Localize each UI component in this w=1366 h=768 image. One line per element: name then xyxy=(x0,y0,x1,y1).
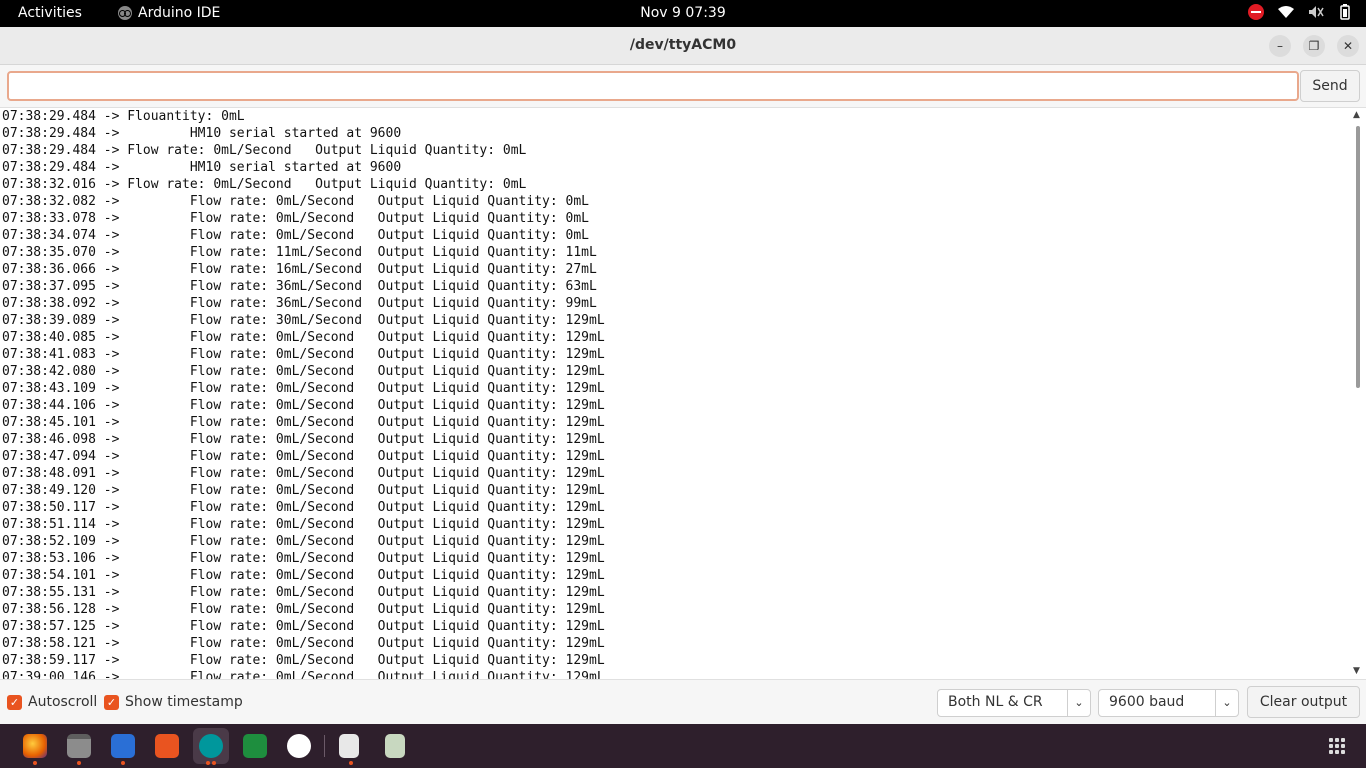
app-menu[interactable]: Arduino IDE xyxy=(118,5,220,21)
serial-message-input[interactable] xyxy=(7,71,1299,101)
line-ending-value: Both NL & CR xyxy=(948,694,1043,710)
battery-icon[interactable] xyxy=(1338,4,1352,20)
running-indicator xyxy=(77,761,81,765)
dock xyxy=(0,724,1366,768)
autoscroll-checkbox[interactable]: ✓ xyxy=(7,695,22,710)
output-line: 07:38:55.131 -> Flow rate: 0mL/Second Ou… xyxy=(2,585,605,600)
output-line: 07:38:40.085 -> Flow rate: 0mL/Second Ou… xyxy=(2,330,605,345)
minimize-button[interactable]: – xyxy=(1269,35,1291,57)
output-line: 07:39:00.146 -> Flow rate: 0mL/Second Ou… xyxy=(2,670,605,679)
output-line: 07:38:29.484 -> HM10 serial started at 9… xyxy=(2,126,402,141)
line-ending-select[interactable]: Both NL & CR ⌄ xyxy=(937,689,1091,717)
system-tray[interactable] xyxy=(1248,4,1352,20)
output-line: 07:38:58.121 -> Flow rate: 0mL/Second Ou… xyxy=(2,636,605,651)
dock-separator xyxy=(324,735,325,757)
activities-button[interactable]: Activities xyxy=(18,5,82,21)
do-not-disturb-icon[interactable] xyxy=(1248,4,1264,20)
writer-icon[interactable] xyxy=(111,734,135,758)
output-line: 07:38:39.089 -> Flow rate: 30mL/Second O… xyxy=(2,313,605,328)
output-scrollbar[interactable]: ▲ ▼ xyxy=(1350,108,1366,679)
output-line: 07:38:56.128 -> Flow rate: 0mL/Second Ou… xyxy=(2,602,605,617)
arduino-icon[interactable] xyxy=(199,734,223,758)
output-line: 07:38:59.117 -> Flow rate: 0mL/Second Ou… xyxy=(2,653,605,668)
output-line: 07:38:32.016 -> Flow rate: 0mL/Second Ou… xyxy=(2,177,527,192)
output-line: 07:38:47.094 -> Flow rate: 0mL/Second Ou… xyxy=(2,449,605,464)
output-line: 07:38:44.106 -> Flow rate: 0mL/Second Ou… xyxy=(2,398,605,413)
files-icon[interactable] xyxy=(67,734,91,758)
output-line: 07:38:32.082 -> Flow rate: 0mL/Second Ou… xyxy=(2,194,589,209)
serial-input-row: Send xyxy=(0,65,1366,108)
output-line: 07:38:48.091 -> Flow rate: 0mL/Second Ou… xyxy=(2,466,605,481)
writer-w-icon[interactable] xyxy=(287,734,311,758)
output-line: 07:38:35.070 -> Flow rate: 11mL/Second O… xyxy=(2,245,597,260)
running-indicator xyxy=(349,761,353,765)
scroll-up-icon[interactable]: ▲ xyxy=(1353,110,1360,120)
monitor-bottom-bar: ✓ Autoscroll ✓ Show timestamp Both NL & … xyxy=(0,679,1366,725)
show-apps-icon[interactable] xyxy=(1329,738,1345,754)
output-line: 07:38:54.101 -> Flow rate: 0mL/Second Ou… xyxy=(2,568,605,583)
firefox-icon[interactable] xyxy=(23,734,47,758)
clear-output-button[interactable]: Clear output xyxy=(1247,686,1360,718)
close-button[interactable]: ✕ xyxy=(1337,35,1359,57)
output-line: 07:38:36.066 -> Flow rate: 16mL/Second O… xyxy=(2,262,597,277)
output-line: 07:38:52.109 -> Flow rate: 0mL/Second Ou… xyxy=(2,534,605,549)
running-indicator xyxy=(212,761,216,765)
output-line: 07:38:29.484 -> Flouantity: 0mL xyxy=(2,109,245,124)
output-line: 07:38:42.080 -> Flow rate: 0mL/Second Ou… xyxy=(2,364,605,379)
output-line: 07:38:29.484 -> Flow rate: 0mL/Second Ou… xyxy=(2,143,527,158)
output-line: 07:38:57.125 -> Flow rate: 0mL/Second Ou… xyxy=(2,619,605,634)
output-line: 07:38:53.106 -> Flow rate: 0mL/Second Ou… xyxy=(2,551,605,566)
chevron-down-icon[interactable]: ⌄ xyxy=(1215,690,1238,716)
top-system-bar: Activities Arduino IDE Nov 9 07:39 xyxy=(0,0,1366,27)
maximize-button[interactable]: ❐ xyxy=(1303,35,1325,57)
output-line: 07:38:45.101 -> Flow rate: 0mL/Second Ou… xyxy=(2,415,605,430)
volume-muted-icon[interactable] xyxy=(1308,5,1324,19)
app-name: Arduino IDE xyxy=(138,5,221,21)
output-line: 07:38:51.114 -> Flow rate: 0mL/Second Ou… xyxy=(2,517,605,532)
window-title: /dev/ttyACM0 xyxy=(629,37,737,53)
send-button[interactable]: Send xyxy=(1300,70,1360,102)
trash-icon[interactable] xyxy=(385,734,405,758)
calc-icon[interactable] xyxy=(243,734,267,758)
app-center-icon[interactable] xyxy=(155,734,179,758)
window-titlebar: /dev/ttyACM0 – ❐ ✕ xyxy=(0,27,1366,65)
running-indicator xyxy=(206,761,210,765)
output-line: 07:38:33.078 -> Flow rate: 0mL/Second Ou… xyxy=(2,211,589,226)
output-line: 07:38:46.098 -> Flow rate: 0mL/Second Ou… xyxy=(2,432,605,447)
output-line: 07:38:41.083 -> Flow rate: 0mL/Second Ou… xyxy=(2,347,605,362)
output-line: 07:38:29.484 -> HM10 serial started at 9… xyxy=(2,160,402,175)
show-timestamp-label[interactable]: Show timestamp xyxy=(125,694,243,710)
running-indicator xyxy=(121,761,125,765)
output-line: 07:38:49.120 -> Flow rate: 0mL/Second Ou… xyxy=(2,483,605,498)
serial-output[interactable]: 07:38:29.484 -> Flouantity: 0mL 07:38:29.… xyxy=(0,108,1350,679)
baud-rate-select[interactable]: 9600 baud ⌄ xyxy=(1098,689,1239,717)
wifi-icon[interactable] xyxy=(1278,5,1294,19)
show-timestamp-checkbox[interactable]: ✓ xyxy=(104,695,119,710)
text-editor-icon[interactable] xyxy=(339,734,359,758)
scrollbar-thumb[interactable] xyxy=(1356,126,1360,388)
autoscroll-label[interactable]: Autoscroll xyxy=(28,694,97,710)
running-indicator xyxy=(33,761,37,765)
output-line: 07:38:37.095 -> Flow rate: 36mL/Second O… xyxy=(2,279,597,294)
chevron-down-icon[interactable]: ⌄ xyxy=(1067,690,1090,716)
clock[interactable]: Nov 9 07:39 xyxy=(640,5,725,21)
output-line: 07:38:34.074 -> Flow rate: 0mL/Second Ou… xyxy=(2,228,589,243)
output-line: 07:38:38.092 -> Flow rate: 36mL/Second O… xyxy=(2,296,597,311)
scroll-down-icon[interactable]: ▼ xyxy=(1353,666,1360,676)
arduino-app-icon xyxy=(118,6,132,20)
output-line: 07:38:50.117 -> Flow rate: 0mL/Second Ou… xyxy=(2,500,605,515)
baud-rate-value: 9600 baud xyxy=(1109,694,1185,710)
output-line: 07:38:43.109 -> Flow rate: 0mL/Second Ou… xyxy=(2,381,605,396)
